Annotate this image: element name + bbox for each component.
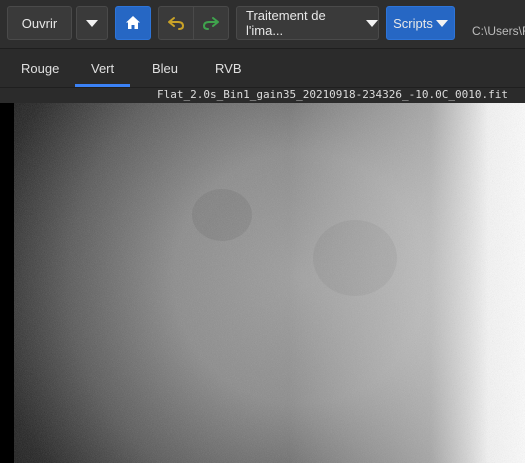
tab-green-label: Vert (91, 60, 115, 76)
tab-blue[interactable]: Bleu (152, 49, 178, 87)
tab-blue-label: Bleu (152, 60, 179, 76)
open-options-dropdown-button[interactable] (76, 6, 108, 40)
scripts-menu-button[interactable]: Scripts (386, 6, 455, 40)
channel-tabs: Rouge Vert Bleu RVB (0, 49, 525, 88)
undo-button[interactable] (158, 6, 194, 40)
tab-rgb-label: RVB (215, 60, 242, 76)
working-directory-path: C:\Users\F (472, 24, 525, 38)
home-button[interactable] (115, 6, 151, 40)
undo-icon (168, 17, 184, 30)
redo-icon (203, 17, 219, 30)
chevron-down-icon (435, 19, 448, 27)
tab-red-label: Rouge (21, 60, 60, 76)
open-button[interactable]: Ouvrir (7, 6, 72, 40)
redo-button[interactable] (193, 6, 229, 40)
tab-green[interactable]: Vert (74, 49, 131, 87)
home-icon (126, 16, 140, 29)
image-filename-bar: Flat_2.0s_Bin1_gain35_20210918-234326_-1… (0, 88, 525, 103)
main-toolbar: Ouvrir Traitement de l'ima... Scripts C:… (0, 0, 525, 49)
scripts-label: Scripts (393, 15, 433, 31)
image-processing-menu-button[interactable]: Traitement de l'ima... (236, 6, 379, 40)
chevron-down-icon (366, 19, 378, 27)
image-filename: Flat_2.0s_Bin1_gain35_20210918-234326_-1… (157, 88, 508, 101)
image-viewer[interactable] (0, 103, 525, 463)
flat-frame-image (0, 103, 525, 463)
image-processing-label: Traitement de l'ima... (246, 8, 326, 38)
tab-red[interactable]: Rouge (21, 49, 59, 87)
chevron-down-icon (86, 19, 98, 27)
open-button-label: Ouvrir (21, 15, 58, 31)
tab-rgb[interactable]: RVB (215, 49, 242, 87)
